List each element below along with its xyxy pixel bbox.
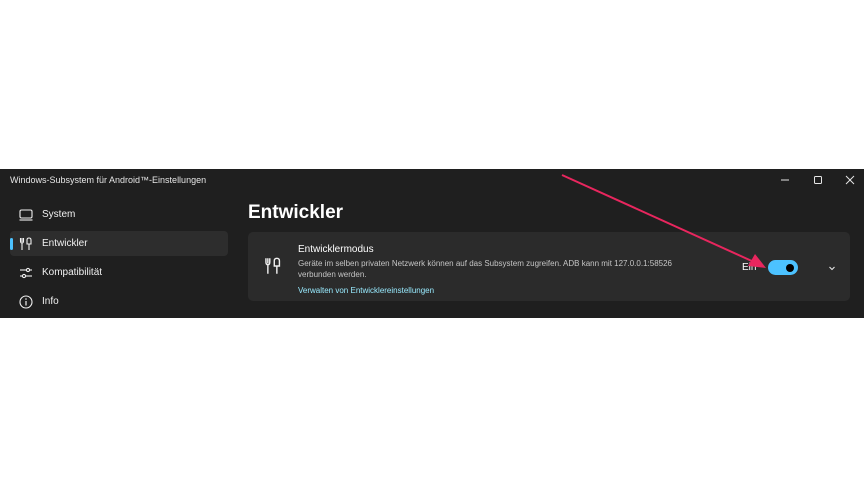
minimize-icon <box>781 179 789 181</box>
sidebar-item-label: Entwickler <box>42 238 88 249</box>
card-description: Geräte im selben privaten Netzwerk könne… <box>298 259 672 279</box>
toggle-state-label: Ein <box>742 262 757 273</box>
developer-tools-icon <box>265 257 281 274</box>
info-icon <box>18 294 34 310</box>
close-icon <box>845 175 855 185</box>
sidebar-item-kompatibilitaet[interactable]: Kompatibilität <box>10 260 228 285</box>
minimize-button[interactable] <box>771 171 799 189</box>
card-heading: Entwicklermodus <box>298 244 374 255</box>
sliders-icon <box>18 265 34 281</box>
close-button[interactable] <box>836 171 864 189</box>
sidebar-item-entwickler[interactable]: Entwickler <box>10 231 228 256</box>
developer-mode-toggle[interactable] <box>768 260 798 275</box>
developer-tools-icon <box>18 236 34 252</box>
page-title: Entwickler <box>248 202 344 223</box>
maximize-button[interactable] <box>804 171 832 189</box>
sidebar-item-system[interactable]: System <box>10 202 228 227</box>
chevron-down-icon[interactable] <box>826 262 838 274</box>
title-bar: Windows-Subsystem für Android™-Einstellu… <box>0 169 864 191</box>
maximize-icon <box>814 176 822 184</box>
card-text: Entwicklermodus Geräte im selben private… <box>298 244 678 298</box>
window-title: Windows-Subsystem für Android™-Einstellu… <box>10 175 207 185</box>
developer-mode-card[interactable]: Entwicklermodus Geräte im selben private… <box>248 232 850 301</box>
selection-indicator <box>10 238 13 250</box>
sidebar-item-label: Kompatibilität <box>42 267 103 278</box>
settings-window: Windows-Subsystem für Android™-Einstellu… <box>0 169 864 318</box>
sidebar-item-info[interactable]: Info <box>10 289 228 314</box>
toggle-knob <box>786 263 794 272</box>
manage-developer-settings-link[interactable]: Verwalten von Entwicklereinstellungen <box>298 286 434 295</box>
laptop-icon <box>18 207 34 223</box>
sidebar-item-label: Info <box>42 296 59 307</box>
sidebar-item-label: System <box>42 209 76 220</box>
sidebar-nav: System Entwickler Kompatibilität Info <box>10 202 228 318</box>
